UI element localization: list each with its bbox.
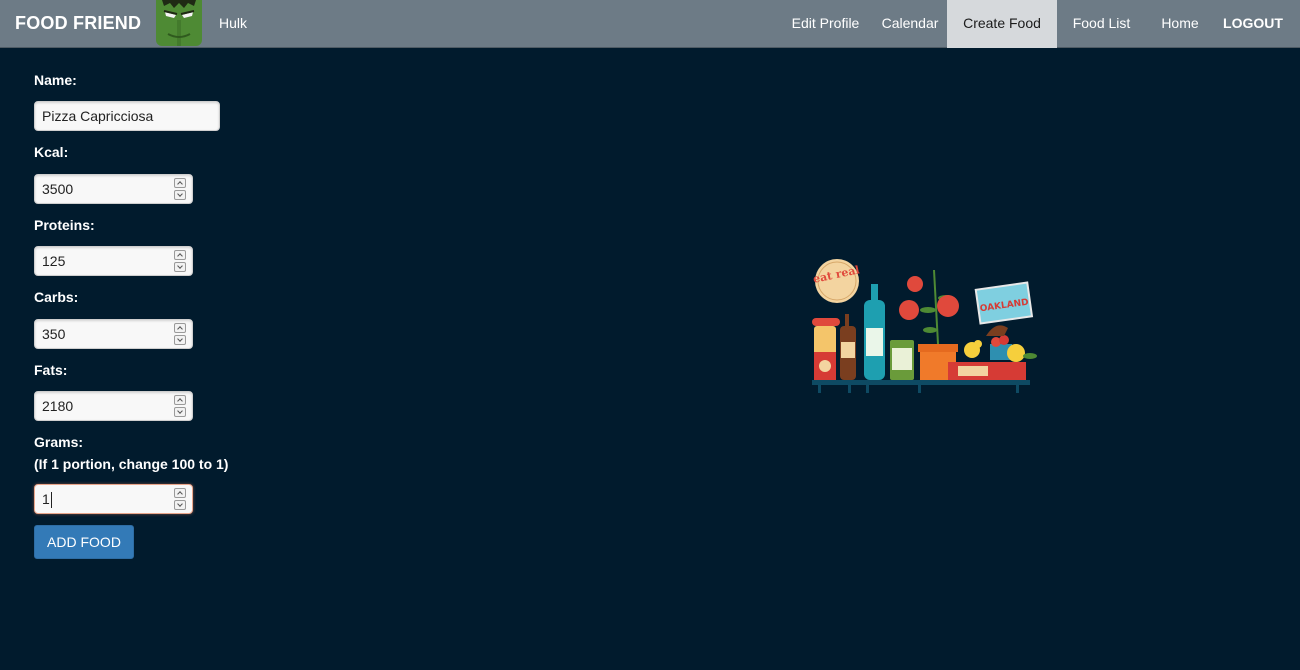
carbs-spinner[interactable]: [174, 323, 186, 345]
spin-down-icon[interactable]: [174, 335, 186, 345]
fats-label: Fats:: [34, 362, 68, 378]
grams-input[interactable]: 1: [34, 484, 193, 514]
groceries-illustration-icon: eat real OAKLAND: [812, 259, 1037, 393]
grams-hint: (If 1 portion, change 100 to 1): [34, 456, 229, 472]
grams-label: Grams:: [34, 434, 84, 450]
carbs-label: Carbs:: [34, 289, 79, 305]
nav-calendar[interactable]: Calendar: [873, 0, 947, 48]
top-navbar: FOOD FRIEND Hulk Edit Profile Calendar C…: [0, 0, 1300, 48]
name-input-value: Pizza Capricciosa: [42, 108, 154, 124]
spin-up-icon[interactable]: [174, 178, 186, 188]
grams-spinner[interactable]: [174, 488, 186, 510]
hulk-avatar-icon: [156, 0, 202, 46]
user-name-link[interactable]: Hulk: [219, 15, 247, 31]
proteins-label: Proteins:: [34, 217, 95, 233]
name-input[interactable]: Pizza Capricciosa: [34, 101, 220, 131]
carbs-input-value: 350: [42, 326, 66, 342]
carbs-input[interactable]: 350: [34, 319, 193, 349]
spin-up-icon[interactable]: [174, 250, 186, 260]
fats-input-value: 2180: [42, 398, 74, 414]
fats-spinner[interactable]: [174, 395, 186, 417]
nav-edit-profile[interactable]: Edit Profile: [778, 0, 873, 48]
nav-menu: Edit Profile Calendar Create Food Food L…: [778, 0, 1300, 48]
proteins-spinner[interactable]: [174, 250, 186, 272]
kcal-input[interactable]: 3500: [34, 174, 193, 204]
nav-home[interactable]: Home: [1146, 0, 1214, 48]
kcal-spinner[interactable]: [174, 178, 186, 200]
spin-down-icon[interactable]: [174, 190, 186, 200]
grams-input-value: 1: [42, 491, 50, 507]
kcal-label: Kcal:: [34, 144, 69, 160]
brand-logo[interactable]: FOOD FRIEND: [15, 13, 141, 34]
spin-up-icon[interactable]: [174, 395, 186, 405]
kcal-input-value: 3500: [42, 181, 74, 197]
nav-create-food[interactable]: Create Food: [947, 0, 1057, 48]
name-label: Name:: [34, 72, 77, 88]
spin-up-icon[interactable]: [174, 488, 186, 498]
food-shelf-illustration: eat real OAKLAND: [808, 258, 1040, 398]
nav-food-list[interactable]: Food List: [1057, 0, 1146, 48]
spin-down-icon[interactable]: [174, 500, 186, 510]
fats-input[interactable]: 2180: [34, 391, 193, 421]
text-caret: [50, 492, 52, 509]
proteins-input[interactable]: 125: [34, 246, 193, 276]
add-food-button[interactable]: ADD FOOD: [34, 525, 134, 559]
spin-down-icon[interactable]: [174, 407, 186, 417]
nav-logout[interactable]: LOGOUT: [1214, 0, 1300, 48]
spin-up-icon[interactable]: [174, 323, 186, 333]
proteins-input-value: 125: [42, 253, 66, 269]
avatar: [156, 0, 202, 46]
spin-down-icon[interactable]: [174, 262, 186, 272]
